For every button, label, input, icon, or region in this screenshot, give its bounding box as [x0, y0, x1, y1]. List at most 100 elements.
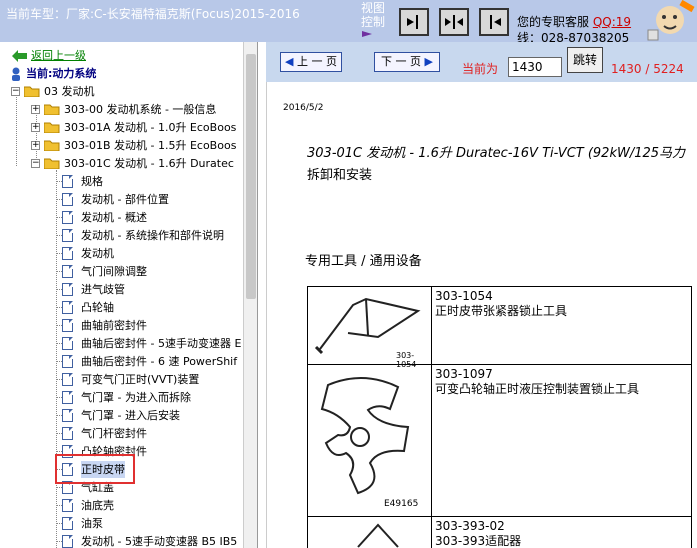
expand-icon[interactable]: +: [31, 123, 40, 132]
tensioner-lock-tool-icon: [314, 297, 421, 355]
selection-highlight-box: [55, 454, 135, 484]
document-icon: [62, 427, 73, 440]
adapter-tool-icon: [357, 523, 399, 548]
tool-code: 303-1054: [435, 289, 493, 303]
view-right-panel-button[interactable]: [399, 8, 429, 36]
document-icon: [62, 535, 73, 548]
special-tools-table: 303-1054 303-1054 正时皮带张紧器锁止工具 E49165 303…: [307, 286, 692, 548]
navigation-tree: 返回上一级 当前:动力系统 − 03 发动机 + 303-00 发动机系统 - …: [0, 42, 258, 548]
tool-code: 303-1097: [435, 367, 493, 381]
table-row: 303-393-02 303-393适配器: [307, 516, 692, 548]
tree-item-label: 发动机 - 系统操作和部件说明: [81, 229, 224, 242]
tree-item-label: 曲轴前密封件: [81, 319, 147, 332]
tree-item[interactable]: 发动机: [56, 245, 245, 262]
current-page-label: 当前为: [462, 62, 499, 76]
document-icon: [62, 193, 73, 206]
tree-item[interactable]: 曲轴前密封件: [56, 317, 245, 334]
tool-image: E49165: [307, 364, 432, 517]
document-date: 2016/5/2: [283, 103, 324, 113]
tree-scrollbar[interactable]: [243, 42, 257, 548]
camshaft-lock-tool-icon: [320, 376, 410, 495]
document-subtitle: 拆卸和安装: [307, 168, 373, 183]
tree-item-label: 发动机: [81, 247, 114, 260]
view-left-panel-button[interactable]: [479, 8, 509, 36]
tool-code: 303-393-02: [435, 519, 505, 533]
triangle-icon: [362, 31, 372, 37]
document-view: 2016/5/2 303-01C 发动机 - 1.6升 Duratec-16V …: [266, 82, 697, 548]
jump-button[interactable]: 跳转: [567, 47, 603, 73]
tree-item-label: 曲轴后密封件 - 5速手动变速器 E: [81, 337, 242, 350]
page-count: 1430 / 5224: [611, 62, 684, 76]
tree-item[interactable]: 可变气门正时(VVT)装置: [56, 371, 245, 388]
tree-item[interactable]: 规格: [56, 173, 245, 190]
document-icon: [62, 247, 73, 260]
support-mascot-icon: [647, 0, 695, 41]
tree-folder-303-01b[interactable]: + 303-01B 发动机 - 1.5升 EcoBoos: [31, 137, 246, 154]
tree-folder-303-01c[interactable]: − 303-01C 发动机 - 1.6升 Duratec: [31, 155, 246, 172]
tree-folder-303-00[interactable]: + 303-00 发动机系统 - 一般信息: [31, 101, 246, 118]
document-icon: [62, 229, 73, 242]
expand-icon[interactable]: +: [31, 105, 40, 114]
tree-scroll-thumb[interactable]: [246, 54, 256, 299]
support-text: 您的专职客服 QQ:19: [517, 15, 632, 29]
tree-root-engine[interactable]: − 03 发动机: [11, 83, 241, 100]
tree-item[interactable]: 发动机 - 5速手动变速器 B5 IB5: [56, 533, 245, 548]
view-split-button[interactable]: [439, 8, 469, 36]
tree-item-label: 气门间隙调整: [81, 265, 147, 278]
tree-item[interactable]: 气门罩 - 为进入而拆除: [56, 389, 245, 406]
tree-item[interactable]: 气门罩 - 进入后安装: [56, 407, 245, 424]
tree-item[interactable]: 发动机 - 系统操作和部件说明: [56, 227, 245, 244]
document-title: 303-01C 发动机 - 1.6升 Duratec-16V Ti-VCT (9…: [307, 146, 686, 161]
collapse-icon[interactable]: −: [31, 159, 40, 168]
tool-name: 303-393适配器: [435, 534, 522, 548]
folder-open-icon: [24, 86, 40, 97]
tree-item-label: 发动机 - 概述: [81, 211, 147, 224]
support-qq-link[interactable]: QQ:19: [593, 15, 631, 29]
document-icon: [62, 373, 73, 386]
tree-item[interactable]: 进气歧管: [56, 281, 245, 298]
tree-item-label: 气门罩 - 进入后安装: [81, 409, 180, 422]
tree-item-label: 曲轴后密封件 - 6 速 PowerShif: [81, 355, 238, 368]
tree-item[interactable]: 发动机 - 部件位置: [56, 191, 245, 208]
document-icon: [62, 499, 73, 512]
document-icon: [62, 337, 73, 350]
prev-page-button[interactable]: ◀ 上 一 页: [280, 52, 342, 72]
document-icon: [62, 517, 73, 530]
page-number-input[interactable]: [508, 57, 562, 77]
car-model-label: 当前车型：厂家:C-长安福特福克斯(Focus)2015-2016: [6, 7, 300, 21]
folder-open-icon: [44, 158, 60, 169]
tree-item-label: 发动机 - 5速手动变速器 B5 IB5: [81, 535, 238, 548]
tree-item[interactable]: 油泵: [56, 515, 245, 532]
tree-item[interactable]: 曲轴后密封件 - 5速手动变速器 E: [56, 335, 245, 352]
folder-icon: [44, 122, 60, 133]
tree-item[interactable]: 凸轮轴: [56, 299, 245, 316]
tree-item[interactable]: 曲轴后密封件 - 6 速 PowerShif: [56, 353, 245, 370]
tree-item-label: 凸轮轴: [81, 301, 114, 314]
tree-item-label: 发动机 - 部件位置: [81, 193, 169, 206]
section-heading: 专用工具 / 通用设备: [305, 254, 422, 269]
document-icon: [62, 355, 73, 368]
tree-folder-303-01a[interactable]: + 303-01A 发动机 - 1.0升 EcoBoos: [31, 119, 246, 136]
tree-item[interactable]: 油底壳: [56, 497, 245, 514]
tree-item-label: 油泵: [81, 517, 103, 530]
person-icon: [12, 67, 20, 81]
tool-image: 303-1054: [307, 286, 432, 369]
page-nav-bar: ◀ 上 一 页 下 一 页 ▶ 当前为 跳转 1430 / 5224: [266, 42, 697, 82]
document-icon: [62, 391, 73, 404]
tree-item-label: 气门罩 - 为进入而拆除: [81, 391, 191, 404]
content-pane: ◀ 上 一 页 下 一 页 ▶ 当前为 跳转 1430 / 5224 2016/…: [266, 42, 697, 548]
tree-item-label: 进气歧管: [81, 283, 125, 296]
tree-item-label: 油底壳: [81, 499, 114, 512]
tree-item[interactable]: 发动机 - 概述: [56, 209, 245, 226]
collapse-icon[interactable]: −: [11, 87, 20, 96]
document-icon: [62, 301, 73, 314]
tree-item[interactable]: 气门间隙调整: [56, 263, 245, 280]
folder-icon: [44, 104, 60, 115]
tree-item[interactable]: 气门杆密封件: [56, 425, 245, 442]
next-page-button[interactable]: 下 一 页 ▶: [374, 52, 440, 72]
tree-item-label: 气门杆密封件: [81, 427, 147, 440]
expand-icon[interactable]: +: [31, 141, 40, 150]
back-arrow-icon: [12, 50, 27, 62]
split-right-icon: [407, 15, 418, 29]
document-icon: [62, 283, 73, 296]
